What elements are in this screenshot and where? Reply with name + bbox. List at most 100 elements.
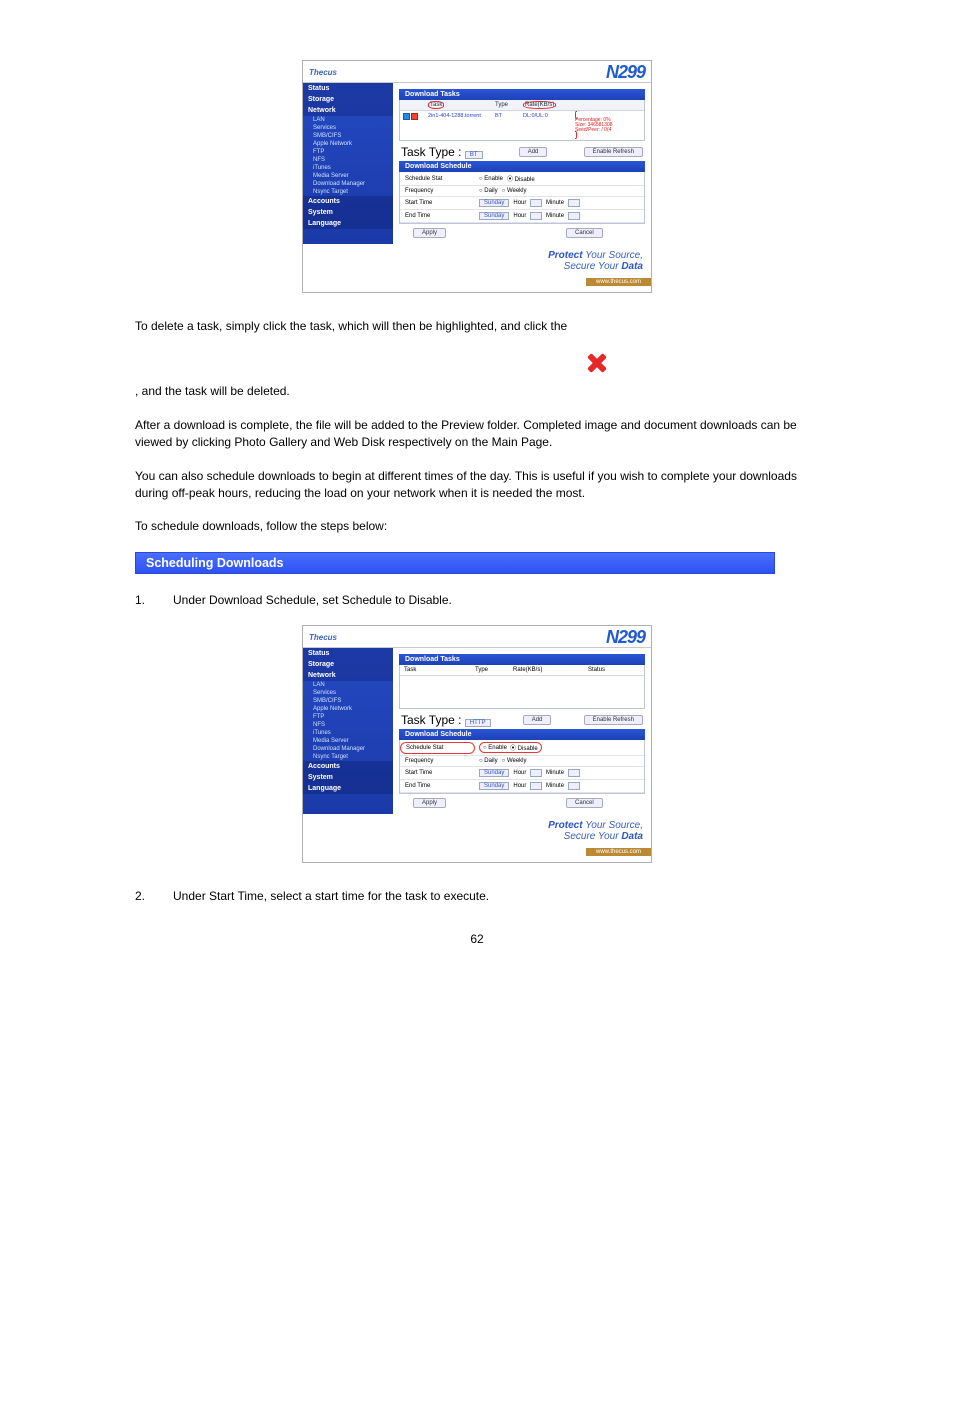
daily-radio[interactable]: ○ Daily: [479, 188, 498, 194]
end-day-select[interactable]: Sunday: [479, 782, 509, 790]
start-min-select[interactable]: [568, 769, 580, 777]
download-tasks-header: Download Tasks: [399, 89, 645, 100]
sidebar-group-system[interactable]: System: [303, 772, 393, 783]
enable-radio[interactable]: ○ Enable: [483, 745, 507, 751]
minimize-icon[interactable]: [403, 113, 410, 120]
add-button[interactable]: Add: [519, 147, 548, 157]
sidebar-group-accounts[interactable]: Accounts: [303, 761, 393, 772]
enable-refresh-button[interactable]: Enable Refresh: [584, 147, 643, 157]
download-schedule-header: Download Schedule: [399, 729, 645, 740]
cancel-button[interactable]: Cancel: [566, 798, 603, 808]
download-tasks-header: Download Tasks: [399, 654, 645, 665]
task-type-select[interactable]: BT: [465, 151, 483, 159]
sidebar-group-storage[interactable]: Storage: [303, 659, 393, 670]
sidebar-item-apple[interactable]: Apple Network: [303, 705, 393, 713]
sidebar-group-language[interactable]: Language: [303, 218, 393, 229]
model-number: N299: [606, 62, 645, 83]
sidebar-item-downloadmgr[interactable]: Download Manager: [303, 180, 393, 188]
sidebar-item-ftp[interactable]: FTP: [303, 713, 393, 721]
col-type: Type: [492, 100, 520, 110]
site-link[interactable]: www.thecus.com: [586, 278, 651, 286]
sidebar: Status Storage Network LAN Services SMB/…: [303, 648, 393, 814]
page-number: 62: [135, 932, 819, 946]
task-list-empty: [400, 676, 644, 708]
sidebar-group-storage[interactable]: Storage: [303, 94, 393, 105]
footer-tagline: Protect Your Source, Secure Your Data: [303, 814, 651, 842]
end-hour-select[interactable]: [530, 782, 542, 790]
logo: Thecus: [309, 633, 337, 642]
sidebar-item-smb[interactable]: SMB/CIFS: [303, 132, 393, 140]
task-type: BT: [492, 111, 520, 140]
sidebar-item-media[interactable]: Media Server: [303, 172, 393, 180]
task-name: 2in1-404-1288.torrent: [425, 111, 492, 140]
end-min-select[interactable]: [568, 212, 580, 220]
footer-tagline: Protect Your Source, Secure Your Data: [303, 244, 651, 272]
paragraph-preview: After a download is complete, the file w…: [135, 417, 819, 452]
start-day-select[interactable]: Sunday: [479, 199, 509, 207]
sidebar-item-nsync[interactable]: Nsync Target: [303, 188, 393, 196]
sidebar-group-system[interactable]: System: [303, 207, 393, 218]
paragraph-schedule-lead: To schedule downloads, follow the steps …: [135, 518, 819, 535]
sidebar-group-accounts[interactable]: Accounts: [303, 196, 393, 207]
sidebar-item-nfs[interactable]: NFS: [303, 156, 393, 164]
sidebar-item-nfs[interactable]: NFS: [303, 721, 393, 729]
enable-radio[interactable]: ○ Enable: [479, 176, 503, 182]
sidebar-group-network[interactable]: Network: [303, 105, 393, 116]
col-rate: Rate(KB/s): [523, 101, 556, 109]
start-time-label: Start Time: [400, 768, 475, 778]
apply-button[interactable]: Apply: [413, 228, 446, 238]
delete-icon[interactable]: [411, 113, 418, 120]
sidebar-item-itunes[interactable]: iTunes: [303, 729, 393, 737]
sidebar-item-media[interactable]: Media Server: [303, 737, 393, 745]
sidebar-item-itunes[interactable]: iTunes: [303, 164, 393, 172]
step-2: 2.Under Start Time, select a start time …: [135, 888, 819, 905]
sidebar-group-status[interactable]: Status: [303, 83, 393, 94]
end-hour-select[interactable]: [530, 212, 542, 220]
add-button[interactable]: Add: [523, 715, 552, 725]
paragraph-delete-task: To delete a task, simply click the task,…: [135, 318, 819, 335]
main-content: Download Tasks Task Type Rate(KB/s) Stat…: [393, 648, 651, 814]
start-time-label: Start Time: [400, 198, 475, 208]
start-day-select[interactable]: Sunday: [479, 769, 509, 777]
weekly-radio[interactable]: ○ Weekly: [502, 758, 527, 764]
sidebar-item-services[interactable]: Services: [303, 689, 393, 697]
enable-refresh-button[interactable]: Enable Refresh: [584, 715, 643, 725]
model-number: N299: [606, 627, 645, 648]
sidebar-item-downloadmgr[interactable]: Download Manager: [303, 745, 393, 753]
screenshot-1: Thecus N299 Status Storage Network LAN S…: [135, 60, 819, 293]
screenshot-2: Thecus N299 Status Storage Network LAN S…: [135, 625, 819, 863]
cancel-button[interactable]: Cancel: [566, 228, 603, 238]
task-type-select[interactable]: HTTP: [465, 719, 491, 727]
start-hour-select[interactable]: [530, 199, 542, 207]
sidebar-group-language[interactable]: Language: [303, 783, 393, 794]
frequency-label: Frequency: [400, 186, 475, 196]
sidebar-item-lan[interactable]: LAN: [303, 116, 393, 124]
end-day-select[interactable]: Sunday: [479, 212, 509, 220]
app-window-2: Thecus N299 Status Storage Network LAN S…: [302, 625, 652, 863]
download-schedule-header: Download Schedule: [399, 161, 645, 172]
start-min-select[interactable]: [568, 199, 580, 207]
task-row[interactable]: 2in1-404-1288.torrent BT DL:0/UL:0 Perce…: [400, 111, 644, 140]
sidebar-group-status[interactable]: Status: [303, 648, 393, 659]
daily-radio[interactable]: ○ Daily: [479, 758, 498, 764]
sidebar-group-network[interactable]: Network: [303, 670, 393, 681]
sidebar-item-lan[interactable]: LAN: [303, 681, 393, 689]
sidebar-item-services[interactable]: Services: [303, 124, 393, 132]
weekly-radio[interactable]: ○ Weekly: [502, 188, 527, 194]
sidebar-item-ftp[interactable]: FTP: [303, 148, 393, 156]
start-hour-select[interactable]: [530, 769, 542, 777]
sidebar-item-smb[interactable]: SMB/CIFS: [303, 697, 393, 705]
sidebar-item-nsync[interactable]: Nsync Target: [303, 753, 393, 761]
site-link[interactable]: www.thecus.com: [586, 848, 651, 856]
sidebar-item-apple[interactable]: Apple Network: [303, 140, 393, 148]
end-time-label: End Time: [400, 211, 475, 221]
task-rate: DL:0/UL:0: [520, 111, 572, 140]
col-task: Task: [428, 101, 444, 109]
disable-radio[interactable]: ⦿ Disable: [507, 174, 535, 183]
disable-radio[interactable]: ⦿ Disable: [510, 743, 538, 752]
sidebar: Status Storage Network LAN Services SMB/…: [303, 83, 393, 244]
end-min-select[interactable]: [568, 782, 580, 790]
task-table-header: Task Type Rate(KB/s): [400, 100, 644, 111]
apply-button[interactable]: Apply: [413, 798, 446, 808]
main-content: Download Tasks Task Type Rate(KB/s): [393, 83, 651, 244]
